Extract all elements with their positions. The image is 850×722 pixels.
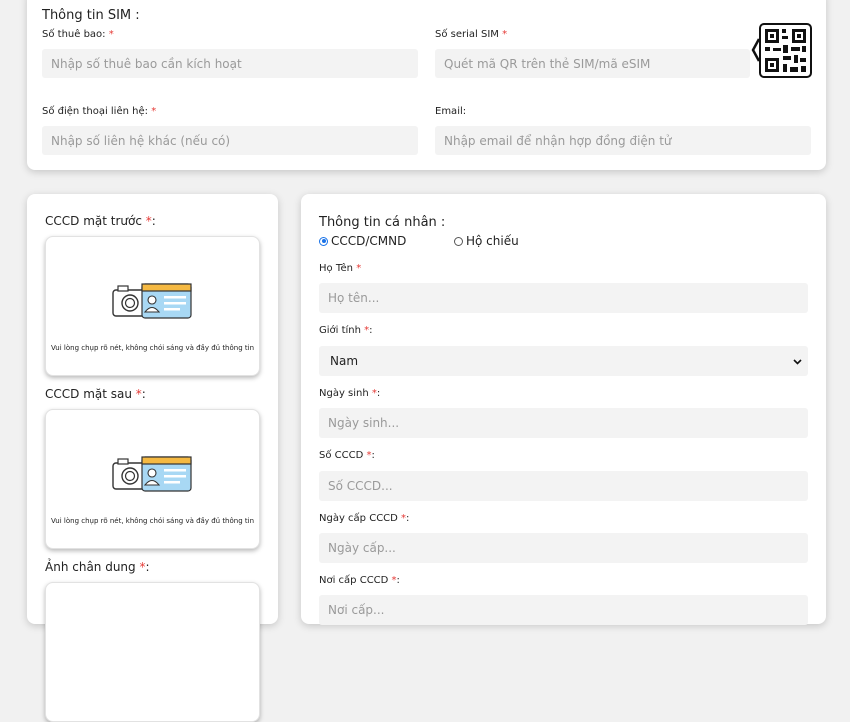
portrait-label: Ảnh chân dung *: [45, 560, 150, 574]
back-id-label: CCCD mặt sau *: [45, 387, 146, 401]
contact-phone-input[interactable] [42, 126, 418, 155]
issue-place-input[interactable] [319, 595, 808, 625]
email-input[interactable] [435, 126, 811, 155]
radio-selected-icon [319, 236, 328, 246]
personal-section-title: Thông tin cá nhân : [319, 215, 446, 230]
doc-type-passport-radio[interactable]: Hộ chiếu [454, 234, 519, 248]
front-id-label: CCCD mặt trước *: [45, 214, 156, 228]
subscriber-label: Số thuê bao: * [42, 29, 114, 40]
sim-info-card: Thông tin SIM : Số thuê bao: * Số serial… [27, 0, 826, 170]
id-number-input[interactable] [319, 471, 808, 501]
personal-info-card: Thông tin cá nhân : CCCD/CMND Hộ chiếu H… [301, 194, 826, 625]
issue-date-input[interactable] [319, 533, 808, 563]
chevron-down-icon [793, 354, 802, 368]
radio-unselected-icon [454, 236, 463, 246]
serial-input[interactable] [435, 49, 750, 78]
id-upload-card: CCCD mặt trước *: Vui lòng chụp rõ nét, … [27, 194, 278, 722]
portrait-upload[interactable] [45, 582, 260, 722]
full-name-input[interactable] [319, 283, 808, 313]
serial-label: Số serial SIM * [435, 29, 508, 40]
doc-type-cccd-radio[interactable]: CCCD/CMND [319, 234, 406, 248]
issue-place-label: Nơi cấp CCCD *: [319, 575, 400, 586]
qr-scan-icon[interactable] [749, 23, 812, 79]
subscriber-input[interactable] [42, 49, 418, 78]
back-id-hint: Vui lòng chụp rõ nét, không chói sáng và… [50, 517, 255, 525]
issue-date-label: Ngày cấp CCCD *: [319, 513, 410, 524]
dob-input[interactable] [319, 408, 808, 438]
camera-id-card-icon [112, 454, 194, 498]
front-id-upload[interactable]: Vui lòng chụp rõ nét, không chói sáng và… [45, 236, 260, 376]
camera-id-card-icon [112, 281, 194, 325]
dob-label: Ngày sinh *: [319, 388, 381, 399]
email-label: Email: [435, 106, 467, 117]
contact-phone-label: Số điện thoại liên hệ: * [42, 106, 157, 117]
back-id-upload[interactable]: Vui lòng chụp rõ nét, không chói sáng và… [45, 409, 260, 549]
sim-section-title: Thông tin SIM : [42, 8, 140, 23]
gender-label: Giới tính *: [319, 325, 373, 336]
front-id-hint: Vui lòng chụp rõ nét, không chói sáng và… [50, 344, 255, 352]
gender-select[interactable]: Nam [319, 346, 808, 376]
full-name-label: Họ Tên * [319, 263, 362, 274]
id-number-label: Số CCCD *: [319, 450, 375, 461]
